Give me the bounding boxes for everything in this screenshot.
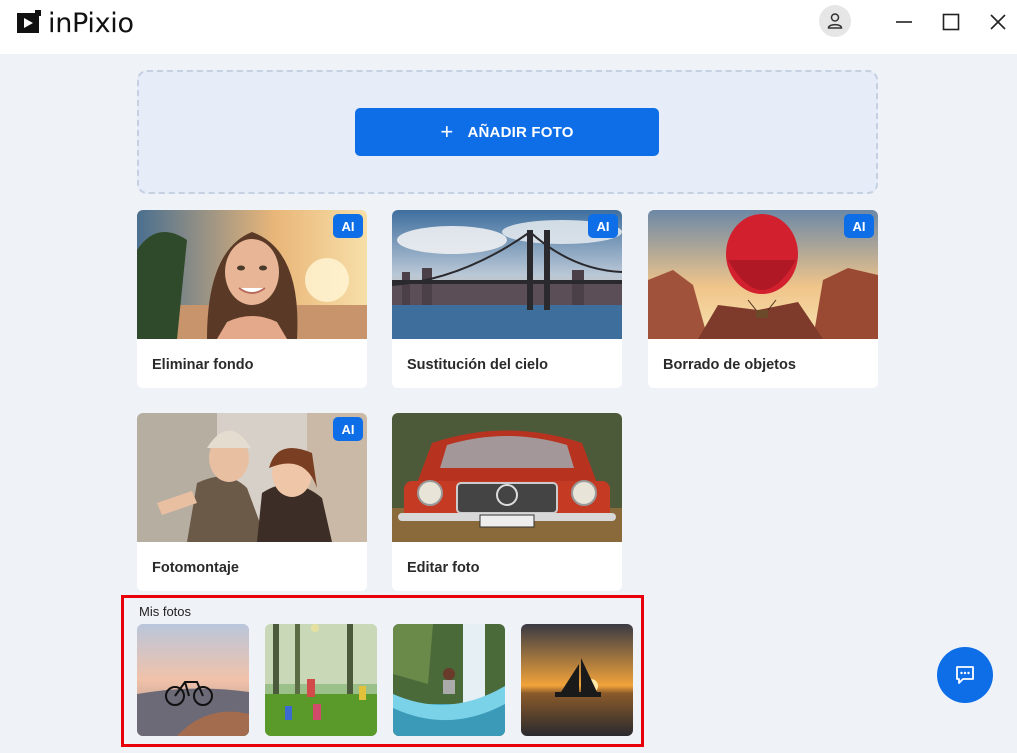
app-logo: inPixio — [16, 7, 134, 39]
photo-drop-zone[interactable]: + AÑADIR FOTO — [137, 70, 878, 194]
tool-label: Eliminar fondo — [152, 357, 254, 373]
tool-card-remove-background[interactable]: AI Eliminar fondo — [137, 210, 367, 388]
title-bar: inPixio — [0, 0, 1017, 54]
minimize-button[interactable] — [890, 8, 918, 36]
ai-badge: AI — [844, 214, 874, 238]
my-photos-title: Mis fotos — [139, 604, 192, 619]
tool-card-edit-photo[interactable]: Editar foto — [392, 413, 622, 591]
my-photos-section: Mis fotos — [121, 595, 644, 747]
tool-card-sky-replacement[interactable]: AI Sustitución del cielo — [392, 210, 622, 388]
minimize-icon — [896, 21, 912, 23]
tool-card-object-removal[interactable]: AI Borrado de objetos — [648, 210, 878, 388]
maximize-icon — [942, 13, 960, 31]
app-name: inPixio — [48, 7, 134, 39]
add-photo-button[interactable]: + AÑADIR FOTO — [355, 108, 659, 156]
recent-photo-waterfall-hammock[interactable] — [393, 624, 505, 736]
add-photo-label: AÑADIR FOTO — [467, 123, 574, 141]
account-button[interactable] — [819, 5, 851, 37]
tool-label: Sustitución del cielo — [407, 357, 548, 373]
tool-card-photomontage[interactable]: AI Fotomontaje — [137, 413, 367, 591]
maximize-button[interactable] — [937, 8, 965, 36]
recent-photo-kids-park[interactable] — [265, 624, 377, 736]
recent-photo-sailboat-sunset[interactable] — [521, 624, 633, 736]
logo-play-icon — [17, 10, 41, 33]
ai-badge: AI — [588, 214, 618, 238]
tool-label: Editar foto — [407, 560, 480, 576]
chat-button[interactable] — [937, 647, 993, 703]
ai-badge: AI — [333, 417, 363, 441]
tool-label: Fotomontaje — [152, 560, 239, 576]
car-thumbnail — [392, 413, 622, 542]
user-icon — [827, 13, 843, 29]
tool-label: Borrado de objetos — [663, 357, 796, 373]
close-icon — [990, 14, 1006, 30]
close-button[interactable] — [984, 8, 1012, 36]
chat-icon — [956, 666, 974, 684]
plus-icon: + — [440, 119, 454, 144]
ai-badge: AI — [333, 214, 363, 238]
recent-photo-beach-bike[interactable] — [137, 624, 249, 736]
